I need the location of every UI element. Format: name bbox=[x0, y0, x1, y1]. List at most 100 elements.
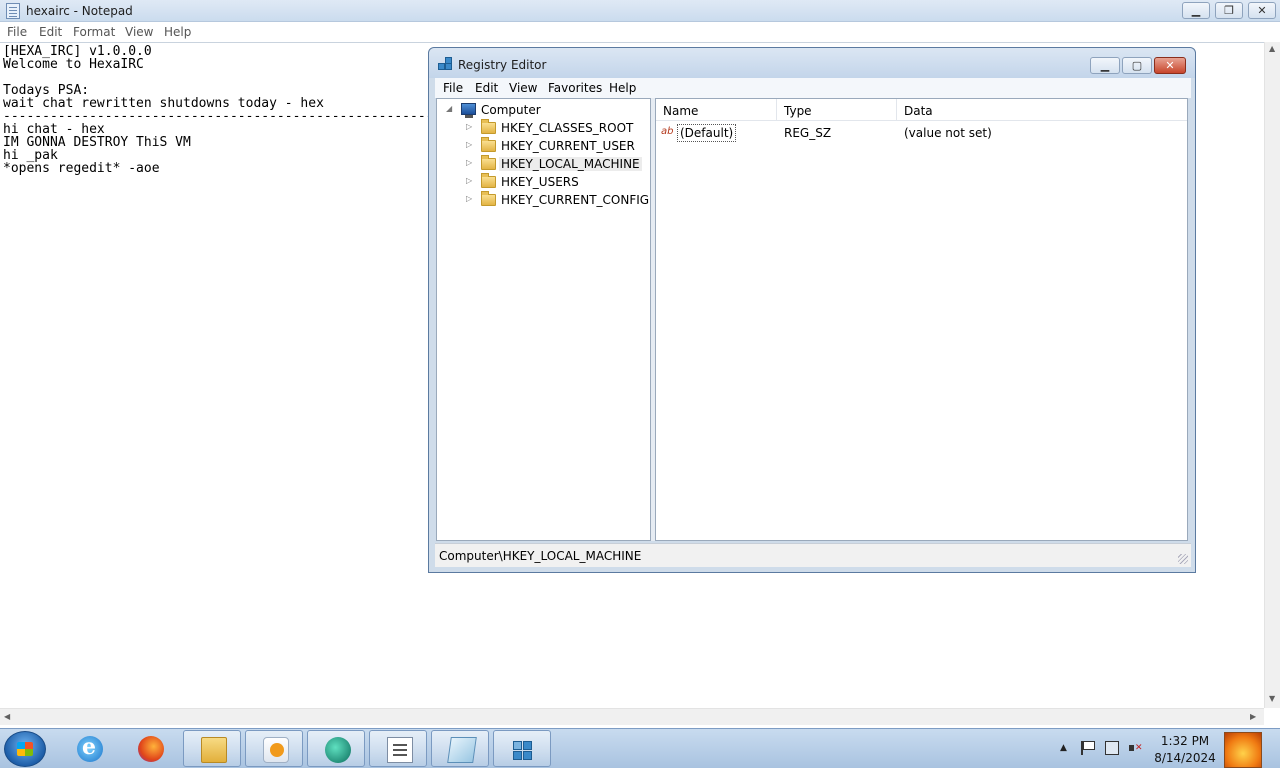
status-path: Computer\HKEY_LOCAL_MACHINE bbox=[439, 549, 642, 563]
tree-item-label: HKEY_CLASSES_ROOT bbox=[501, 121, 634, 135]
computer-icon bbox=[461, 103, 476, 118]
regedit-icon bbox=[511, 737, 537, 763]
notepad-menu-format[interactable]: Format bbox=[73, 25, 115, 39]
notepad-maximize-button[interactable]: ❐ bbox=[1215, 2, 1243, 19]
show-desktop-button[interactable] bbox=[1224, 732, 1262, 768]
notepad-app-icon bbox=[6, 3, 20, 19]
scroll-down-icon[interactable]: ▼ bbox=[1269, 694, 1275, 703]
text-line: *opens regedit* -aoe bbox=[3, 161, 160, 176]
chat-app-icon bbox=[325, 737, 351, 763]
tree-item-hkey-local-machine[interactable]: ▷ HKEY_LOCAL_MACHINE bbox=[463, 155, 643, 173]
notepad-icon bbox=[447, 737, 477, 763]
notepad-horizontal-scrollbar[interactable]: ◀ ▶ bbox=[0, 708, 1264, 725]
value-type-cell: REG_SZ bbox=[784, 126, 832, 140]
column-header-type[interactable]: Type bbox=[777, 99, 897, 121]
taskbar-media-player[interactable] bbox=[245, 730, 303, 767]
scroll-up-icon[interactable]: ▲ bbox=[1269, 44, 1275, 53]
regedit-minimize-button[interactable]: ▁ bbox=[1090, 57, 1120, 74]
tree-item-computer[interactable]: ◢ Computer bbox=[443, 101, 643, 119]
registry-editor-window: Registry Editor ▁ ▢ ✕ File Edit View Fav… bbox=[428, 47, 1196, 573]
text-line: Welcome to HexaIRC bbox=[3, 57, 144, 72]
tree-item-label: HKEY_LOCAL_MACHINE bbox=[499, 157, 642, 171]
values-column-header: Name Type Data bbox=[656, 99, 1187, 121]
regedit-status-bar: Computer\HKEY_LOCAL_MACHINE bbox=[435, 543, 1191, 567]
scroll-right-icon[interactable]: ▶ bbox=[1250, 712, 1256, 721]
volume-muted-icon[interactable] bbox=[1129, 741, 1143, 755]
action-center-flag-icon[interactable] bbox=[1081, 741, 1095, 755]
notepad-minimize-button[interactable]: ▁ bbox=[1182, 2, 1210, 19]
regedit-maximize-button[interactable]: ▢ bbox=[1122, 57, 1152, 74]
value-data-cell: (value not set) bbox=[904, 126, 992, 140]
regedit-menu-favorites[interactable]: Favorites bbox=[548, 81, 602, 95]
regedit-app-icon bbox=[438, 57, 454, 71]
resize-grip-icon[interactable] bbox=[1178, 554, 1188, 564]
folder-icon bbox=[481, 119, 496, 134]
folder-icon bbox=[481, 191, 496, 206]
clock-time[interactable]: 1:32 PM bbox=[1150, 734, 1220, 748]
regedit-menu-help[interactable]: Help bbox=[609, 81, 636, 95]
expand-arrow-icon[interactable]: ▷ bbox=[466, 140, 472, 149]
taskbar-list-app[interactable] bbox=[369, 730, 427, 767]
minimize-icon: ▁ bbox=[1100, 59, 1110, 72]
regedit-menu-file[interactable]: File bbox=[443, 81, 463, 95]
taskbar-notepad[interactable] bbox=[431, 730, 489, 767]
show-hidden-icons-icon[interactable]: ▲ bbox=[1060, 743, 1067, 753]
tree-item-hkey-current-config[interactable]: ▷ HKEY_CURRENT_CONFIG bbox=[463, 191, 649, 209]
media-player-icon bbox=[263, 737, 289, 763]
regedit-menu-edit[interactable]: Edit bbox=[475, 81, 498, 95]
regedit-menu-view[interactable]: View bbox=[509, 81, 537, 95]
expand-arrow-icon[interactable]: ▷ bbox=[466, 176, 472, 185]
network-icon[interactable] bbox=[1105, 741, 1119, 755]
start-button[interactable] bbox=[4, 731, 46, 767]
notepad-menu-edit[interactable]: Edit bbox=[39, 25, 62, 39]
notepad-menu-file[interactable]: File bbox=[7, 25, 27, 39]
tree-item-hkey-classes-root[interactable]: ▷ HKEY_CLASSES_ROOT bbox=[463, 119, 643, 137]
tree-item-label: Computer bbox=[481, 103, 541, 117]
restore-icon: ❐ bbox=[1224, 4, 1234, 17]
notepad-title: hexairc - Notepad bbox=[26, 4, 133, 18]
taskbar-internet-explorer[interactable] bbox=[60, 730, 118, 767]
notepad-titlebar[interactable]: hexairc - Notepad ▁ ❐ ✕ bbox=[0, 0, 1280, 22]
maximize-icon: ▢ bbox=[1131, 59, 1143, 72]
tree-item-label: HKEY_CURRENT_CONFIG bbox=[501, 193, 650, 207]
list-app-icon bbox=[387, 737, 413, 763]
notepad-menu-view[interactable]: View bbox=[125, 25, 153, 39]
tree-item-label: HKEY_CURRENT_USER bbox=[501, 139, 635, 153]
tree-item-label: HKEY_USERS bbox=[501, 175, 579, 189]
tree-item-hkey-current-user[interactable]: ▷ HKEY_CURRENT_USER bbox=[463, 137, 643, 155]
regedit-title: Registry Editor bbox=[458, 58, 547, 72]
notepad-vertical-scrollbar[interactable]: ▲ ▼ bbox=[1264, 42, 1280, 708]
expand-arrow-icon[interactable]: ▷ bbox=[466, 122, 472, 131]
close-icon: ✕ bbox=[1165, 59, 1175, 72]
clock-date[interactable]: 8/14/2024 bbox=[1150, 751, 1220, 765]
notepad-close-button[interactable]: ✕ bbox=[1248, 2, 1276, 19]
folder-icon bbox=[481, 173, 496, 188]
regedit-menubar: File Edit View Favorites Help bbox=[435, 78, 1191, 98]
minimize-icon: ▁ bbox=[1191, 4, 1201, 17]
registry-tree-pane[interactable]: ◢ Computer ▷ HKEY_CLASSES_ROOT ▷ HKEY_CU… bbox=[436, 98, 651, 541]
taskbar-chat-app[interactable] bbox=[307, 730, 365, 767]
reg-sz-icon: ab bbox=[661, 126, 674, 137]
expand-arrow-icon[interactable]: ▷ bbox=[466, 158, 472, 167]
collapse-arrow-icon[interactable]: ◢ bbox=[446, 104, 452, 113]
column-header-data[interactable]: Data bbox=[897, 99, 1187, 121]
taskbar-firefox[interactable] bbox=[121, 730, 179, 767]
firefox-icon bbox=[138, 736, 164, 762]
scroll-left-icon[interactable]: ◀ bbox=[4, 712, 10, 721]
expand-arrow-icon[interactable]: ▷ bbox=[466, 194, 472, 203]
notepad-menubar: File Edit Format View Help bbox=[0, 22, 1280, 41]
windows-explorer-icon bbox=[201, 737, 227, 763]
regedit-close-button[interactable]: ✕ bbox=[1154, 57, 1186, 74]
close-icon: ✕ bbox=[1257, 4, 1267, 17]
regedit-titlebar[interactable]: Registry Editor ▁ ▢ ✕ bbox=[429, 48, 1195, 78]
taskbar-regedit[interactable] bbox=[493, 730, 551, 767]
registry-values-pane[interactable]: Name Type Data ab (Default) REG_SZ (valu… bbox=[655, 98, 1188, 541]
notepad-menu-help[interactable]: Help bbox=[164, 25, 191, 39]
folder-icon bbox=[481, 137, 496, 152]
taskbar-windows-explorer[interactable] bbox=[183, 730, 241, 767]
value-name-cell[interactable]: (Default) bbox=[677, 124, 737, 142]
folder-icon bbox=[481, 155, 496, 170]
taskbar: ▲ 1:32 PM 8/14/2024 bbox=[0, 728, 1280, 768]
column-header-name[interactable]: Name bbox=[656, 99, 777, 121]
tree-item-hkey-users[interactable]: ▷ HKEY_USERS bbox=[463, 173, 643, 191]
